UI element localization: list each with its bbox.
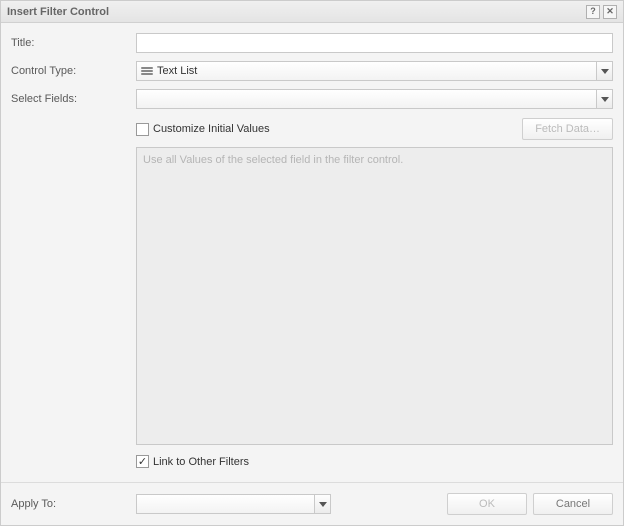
ok-button[interactable]: OK — [447, 493, 527, 515]
chevron-down-icon — [596, 90, 612, 108]
select-fields-label: Select Fields: — [11, 93, 136, 105]
cancel-button[interactable]: Cancel — [533, 493, 613, 515]
dialog-titlebar: Insert Filter Control ? ✕ — [1, 1, 623, 23]
apply-to-label: Apply To: — [11, 498, 136, 510]
chevron-down-icon — [596, 62, 612, 80]
initial-values-area: Use all Values of the selected field in … — [136, 147, 613, 445]
dialog-body: Title: Control Type: Text List Select Fi… — [1, 23, 623, 482]
customize-checkbox[interactable] — [136, 123, 149, 136]
initial-values-placeholder: Use all Values of the selected field in … — [143, 154, 403, 166]
control-type-label: Control Type: — [11, 65, 136, 77]
mid-area: Customize Initial Values Fetch Data… Use… — [136, 117, 613, 472]
link-filters-checkbox[interactable]: ✓ — [136, 455, 149, 468]
title-input[interactable] — [136, 33, 613, 53]
select-fields-combo[interactable] — [136, 89, 613, 109]
control-type-combo[interactable]: Text List — [136, 61, 613, 81]
dialog-footer: Apply To: OK Cancel — [1, 482, 623, 525]
insert-filter-control-dialog: Insert Filter Control ? ✕ Title: Control… — [0, 0, 624, 526]
chevron-down-icon — [314, 495, 330, 513]
customize-label: Customize Initial Values — [153, 123, 270, 135]
control-type-value: Text List — [157, 65, 197, 77]
text-list-icon — [141, 67, 153, 75]
apply-to-combo[interactable] — [136, 494, 331, 514]
fetch-data-button[interactable]: Fetch Data… — [522, 118, 613, 140]
help-button[interactable]: ? — [586, 5, 600, 19]
title-label: Title: — [11, 37, 136, 49]
link-filters-label: Link to Other Filters — [153, 456, 249, 468]
close-button[interactable]: ✕ — [603, 5, 617, 19]
dialog-title: Insert Filter Control — [7, 6, 583, 18]
